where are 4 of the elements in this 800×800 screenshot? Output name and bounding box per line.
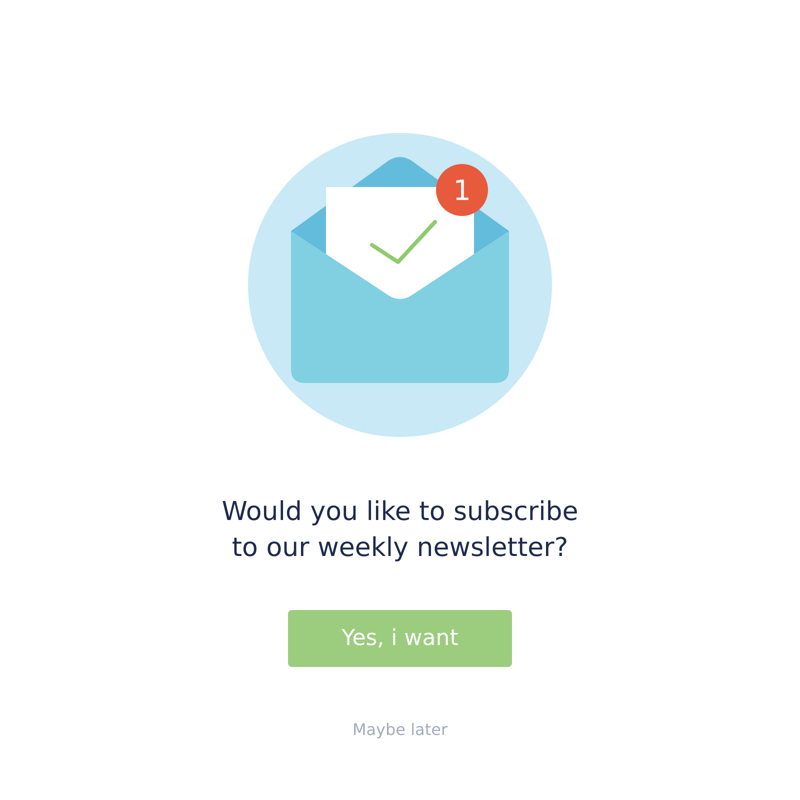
subscribe-button[interactable]: Yes, i want [288, 610, 512, 667]
maybe-later-link[interactable]: Maybe later [352, 720, 448, 739]
question-text: Would you like to subscribe to our weekly newsletter? [222, 496, 578, 565]
notification-badge: 1 [436, 164, 488, 216]
